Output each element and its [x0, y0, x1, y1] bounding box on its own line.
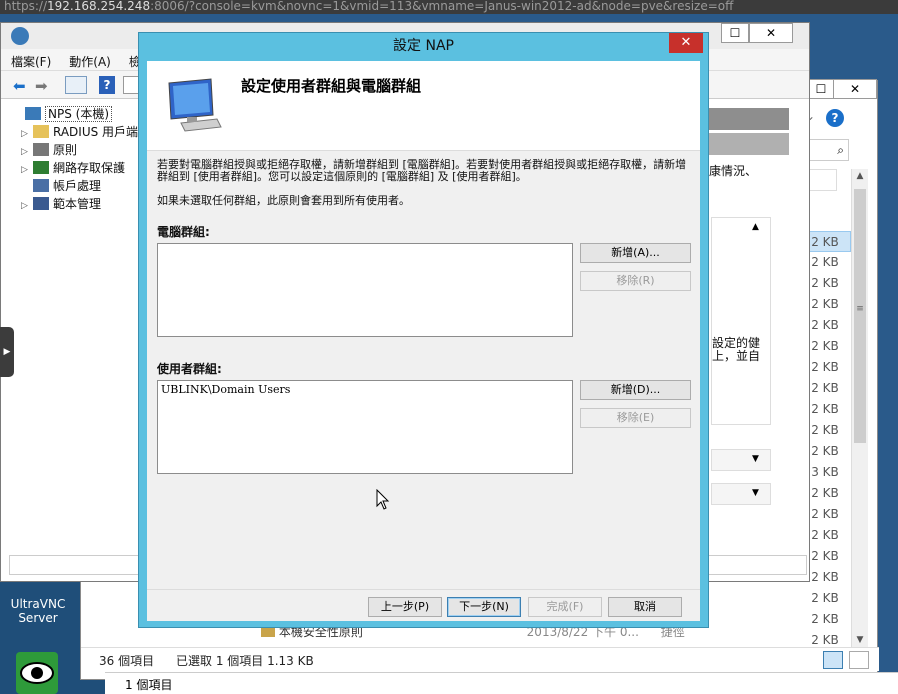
computer-groups-list[interactable]: [157, 243, 573, 337]
help-icon[interactable]: ?: [826, 109, 844, 127]
scroll-up-icon[interactable]: ▲: [852, 169, 868, 181]
tree-node[interactable]: ▷ 原則: [9, 141, 139, 159]
back-button[interactable]: 上一步(P): [368, 597, 442, 617]
next-button[interactable]: 下一步(N): [447, 597, 521, 617]
tree-node[interactable]: ▷ RADIUS 用戶端: [9, 123, 139, 141]
expand-icon: ▼: [752, 454, 759, 464]
dialog-footer: 上一步(P) 下一步(N) 完成(F) 取消: [147, 589, 700, 621]
tree-node-label: 帳戶處理: [53, 179, 102, 193]
expand-arrow-icon[interactable]: ▷: [21, 197, 33, 215]
remove-computer-group-button[interactable]: 移除(R): [580, 271, 691, 291]
action-panel-header-2: [709, 133, 789, 155]
right-pane-text: 康情況、: [709, 164, 758, 178]
file-size-cell[interactable]: 2 KB: [799, 609, 851, 630]
mouse-cursor-icon: [376, 488, 390, 511]
maximize-button[interactable]: ☐: [721, 23, 749, 43]
sidebar-toggle[interactable]: ▶: [0, 327, 14, 377]
collapse-icon[interactable]: ▲: [752, 222, 759, 232]
dropdown-panel-1[interactable]: ▼: [711, 449, 771, 471]
finish-button[interactable]: 完成(F): [528, 597, 602, 617]
computer-icon: [161, 77, 223, 135]
tree-node-label: 網路存取保護: [53, 161, 126, 175]
list-item[interactable]: UBLINK\Domain Users: [161, 383, 569, 396]
properties-icon[interactable]: [123, 76, 139, 94]
url-rest: :8006/?console=kvm&novnc=1&vmid=113&vmna…: [150, 0, 734, 13]
nps-app-icon: [11, 27, 29, 45]
dropdown-panel-2[interactable]: ▼: [711, 483, 771, 505]
configure-nap-dialog: 設定 NAP ✕ 設定使用者群組與電腦群組 若要對電腦群組授與或拒絕存取權，請新…: [138, 32, 709, 628]
tree-node-label: RADIUS 用戶端: [53, 125, 139, 139]
scrollbar-thumb[interactable]: ≡: [854, 189, 866, 443]
selected-info: 已選取 1 個項目 1.13 KB: [176, 654, 314, 668]
item-count: 36 個項目: [99, 654, 155, 668]
no-group-note: 如果未選取任何群組，此原則會套用到所有使用者。: [157, 194, 410, 207]
add-computer-group-button[interactable]: 新增(A)...: [580, 243, 691, 263]
vertical-scrollbar[interactable]: ▲ ≡ ▼: [851, 169, 868, 647]
url-prefix: https://: [4, 0, 48, 13]
status-bar: 36 個項目 已選取 1 個項目 1.13 KB: [81, 647, 879, 671]
tree-node-icon: [33, 143, 49, 156]
action-panel-header: [709, 108, 789, 130]
tiles-view-icon[interactable]: [849, 651, 869, 669]
close-button[interactable]: ✕: [669, 33, 703, 53]
back-arrow-icon[interactable]: ⬅: [13, 77, 26, 95]
tree-node[interactable]: ▷ 網路存取保護: [9, 159, 139, 177]
tree-node-icon: [33, 125, 49, 138]
user-groups-list[interactable]: UBLINK\Domain Users: [157, 380, 573, 474]
search-icon: ⌕: [837, 143, 844, 157]
user-groups-label: 使用者群組:: [157, 362, 222, 376]
lower-status-bar: 1 個項目: [105, 672, 898, 694]
menu-item[interactable]: 檔案(F): [1, 49, 59, 70]
console-tree-icon[interactable]: [65, 76, 87, 94]
tree-node-label: 範本管理: [53, 197, 102, 211]
forward-arrow-icon[interactable]: ➡: [35, 77, 48, 95]
menu-item[interactable]: 動作(A): [59, 49, 119, 70]
vnc-label-line-1: UltraVNC: [10, 597, 66, 611]
tree-node-icon: [25, 107, 41, 120]
expand-icon: ▼: [752, 488, 759, 498]
cancel-button[interactable]: 取消: [608, 597, 682, 617]
dialog-heading: 設定使用者群組與電腦群組: [241, 77, 422, 95]
file-size-cell[interactable]: 2 KB: [799, 588, 851, 609]
task-text-2: 上，並自: [712, 349, 761, 363]
tree-node-icon: [33, 161, 49, 174]
dialog-body: 設定使用者群組與電腦群組 若要對電腦群組授與或拒絕存取權，請新增群組到 [電腦群…: [147, 61, 700, 621]
console-tree: NPS (本機) ▷ RADIUS 用戶端 ▷ 原則 ▷ 網路存取保護 帳戶處理 ▷ 範本管理: [9, 105, 139, 575]
lower-item-count: 1 個項目: [125, 678, 173, 692]
task-card: ▲ 設定的健 上，並自: [711, 217, 771, 425]
ultravnc-eye-icon[interactable]: [16, 652, 58, 694]
close-button[interactable]: ✕: [833, 79, 877, 99]
tree-node-icon: [33, 197, 49, 210]
tree-node-label: NPS (本機): [45, 106, 113, 122]
ultravnc-desktop-label[interactable]: UltraVNC Server: [4, 597, 72, 625]
tree-node[interactable]: ▷ 範本管理: [9, 195, 139, 213]
details-view-icon[interactable]: [823, 651, 843, 669]
help-icon[interactable]: ?: [99, 76, 115, 94]
browser-address-bar[interactable]: https://192.168.254.248:8006/?console=kv…: [0, 0, 898, 14]
tree-node-label: 原則: [53, 143, 78, 157]
remove-user-group-button[interactable]: 移除(E): [580, 408, 691, 428]
description-text: 若要對電腦群組授與或拒絕存取權，請新增群組到 [電腦群組]。若要對使用者群組授與…: [157, 158, 687, 183]
dialog-title: 設定 NAP: [393, 38, 454, 54]
tree-node[interactable]: 帳戶處理: [9, 177, 139, 195]
tree-node[interactable]: NPS (本機): [9, 105, 139, 123]
add-user-group-button[interactable]: 新增(D)...: [580, 380, 691, 400]
computer-groups-label: 電腦群組:: [157, 225, 210, 239]
close-button[interactable]: ✕: [749, 23, 793, 43]
dialog-header: 設定使用者群組與電腦群組: [147, 61, 700, 151]
vnc-label-line-2: Server: [18, 611, 58, 625]
scroll-down-icon[interactable]: ▼: [852, 635, 868, 645]
tree-node-icon: [33, 179, 49, 192]
url-host: 192.168.254.248: [47, 0, 151, 13]
